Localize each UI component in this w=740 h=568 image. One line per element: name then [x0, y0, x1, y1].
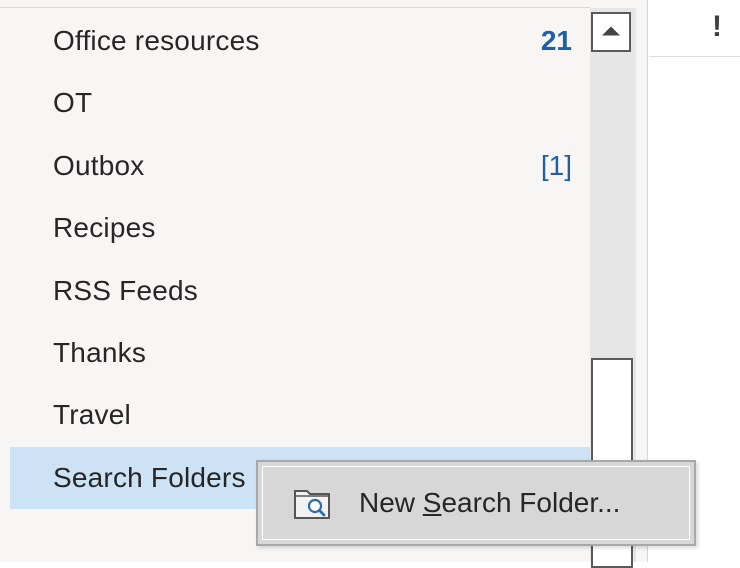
header-divider	[649, 56, 740, 57]
folder-item-rss-feeds[interactable]: RSS Feeds	[10, 260, 590, 322]
folder-label: Travel	[53, 399, 131, 431]
outbox-count: [1]	[540, 149, 572, 181]
folder-label: RSS Feeds	[53, 274, 198, 306]
unread-count: 21	[540, 25, 572, 56]
folder-item-travel[interactable]: Travel	[10, 384, 590, 446]
accelerator-key: S	[422, 487, 442, 518]
context-menu: New Search Folder...	[256, 460, 696, 546]
menu-item-label: New Search Folder...	[359, 487, 621, 518]
importance-column-header[interactable]: !	[712, 10, 722, 44]
folder-item-recipes[interactable]: Recipes	[10, 197, 590, 259]
menu-item-new-search-folder[interactable]: New Search Folder...	[262, 466, 690, 540]
folder-label: Outbox	[53, 149, 145, 181]
folder-list: Office resources 21 OT Outbox [1] Recipe…	[10, 10, 590, 510]
arrow-up-icon	[602, 26, 620, 36]
search-folder-icon	[294, 490, 330, 519]
folder-label: Office resources	[53, 25, 260, 56]
folder-label: Recipes	[53, 212, 156, 244]
folder-label: Search Folders	[53, 461, 246, 493]
top-divider	[0, 7, 590, 8]
folder-label: Thanks	[53, 336, 147, 368]
folder-label: OT	[53, 87, 93, 119]
folder-item-ot[interactable]: OT	[10, 72, 590, 134]
folder-item-thanks[interactable]: Thanks	[10, 322, 590, 384]
folder-item-office-resources[interactable]: Office resources 21	[10, 10, 590, 72]
scroll-up-button[interactable]	[591, 12, 631, 52]
folder-item-outbox[interactable]: Outbox [1]	[10, 135, 590, 197]
